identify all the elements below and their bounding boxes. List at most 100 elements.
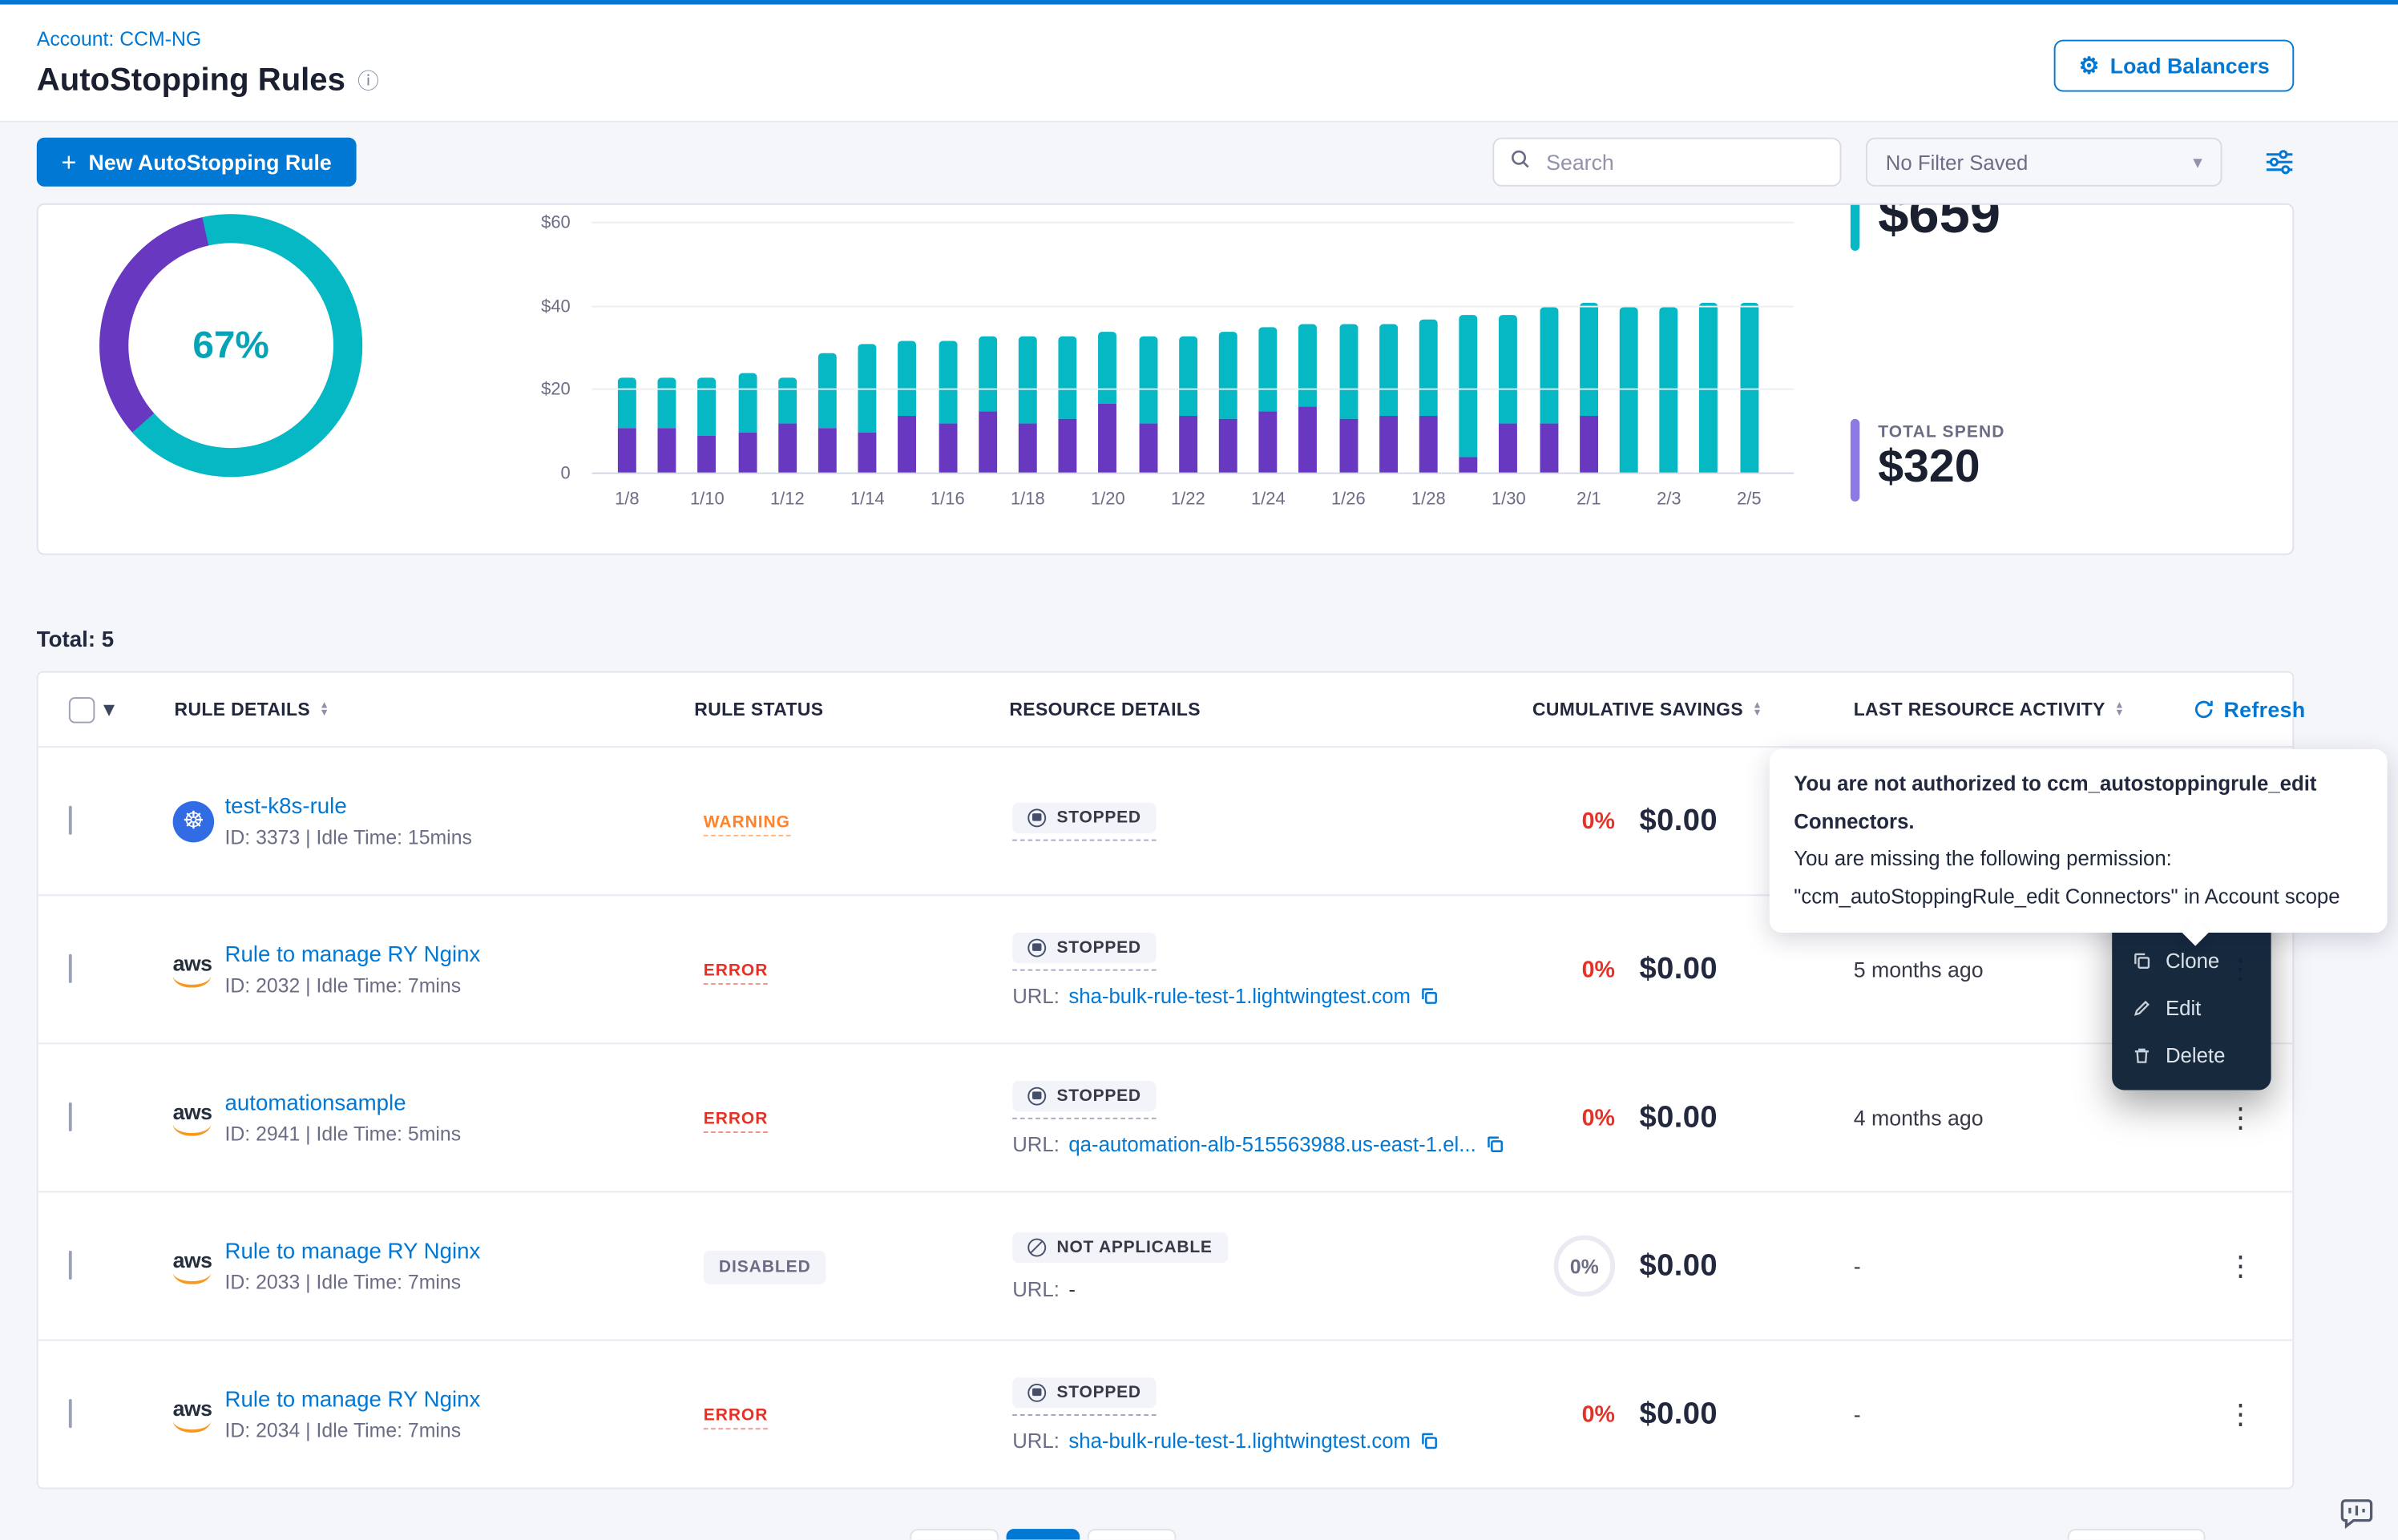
- bar: [968, 224, 1008, 474]
- kubernetes-icon: ☸: [173, 800, 215, 842]
- x-axis-tick: 1/20: [1091, 491, 1125, 510]
- load-balancers-button[interactable]: ⚙ Load Balancers: [2054, 40, 2294, 92]
- bar: [888, 224, 928, 474]
- row-menu-button[interactable]: ⋮: [2226, 1250, 2254, 1280]
- bar: 1/10: [688, 224, 728, 474]
- rule-meta: ID: 3373 | Idle Time: 15mins: [224, 824, 694, 848]
- bar: [728, 224, 768, 474]
- bar: 1/18: [1008, 224, 1048, 474]
- bar: [1128, 224, 1169, 474]
- bar: 1/12: [768, 224, 808, 474]
- page-size-select[interactable]: [2068, 1529, 2206, 1539]
- row-checkbox[interactable]: [69, 1399, 72, 1428]
- plus-icon: +: [61, 149, 76, 175]
- menu-item-edit[interactable]: Edit: [2112, 985, 2271, 1032]
- donut-chart: 67%: [99, 214, 362, 477]
- rule-name-link[interactable]: Rule to manage RY Nginx: [224, 1240, 694, 1264]
- select-menu-chevron-icon[interactable]: ▾: [104, 697, 115, 722]
- x-axis-tick: 1/8: [615, 491, 640, 510]
- status-badge: ERROR: [704, 961, 769, 985]
- savings-percent: 0%: [1582, 957, 1615, 982]
- copy-icon[interactable]: [1419, 986, 1439, 1006]
- row-checkbox[interactable]: [69, 954, 72, 983]
- bar: [1048, 224, 1088, 474]
- chevron-down-icon: ▾: [2193, 151, 2202, 173]
- menu-item-clone[interactable]: Clone: [2112, 937, 2271, 985]
- rule-name-link[interactable]: automationsample: [224, 1090, 694, 1115]
- filter-sliders-icon[interactable]: [2265, 148, 2294, 175]
- resource-url-link[interactable]: sha-bulk-rule-test-1.lightwingtest.com: [1068, 984, 1411, 1007]
- row-menu-button[interactable]: ⋮: [2226, 1102, 2254, 1132]
- rule-meta: ID: 2034 | Idle Time: 7mins: [224, 1418, 694, 1441]
- stopped-icon: [1027, 808, 1046, 826]
- status-badge: ERROR: [704, 1407, 769, 1430]
- bar: [1449, 224, 1489, 474]
- bar: [1369, 224, 1409, 474]
- bar: 1/30: [1489, 224, 1529, 474]
- stopped-icon: [1027, 938, 1046, 957]
- x-axis-tick: 1/26: [1331, 491, 1366, 510]
- saved-filter-dropdown[interactable]: No Filter Saved ▾: [1866, 138, 2222, 187]
- menu-item-delete[interactable]: Delete: [2112, 1032, 2271, 1079]
- x-axis-tick: 1/14: [850, 491, 885, 510]
- y-axis-tick: $60: [512, 214, 571, 232]
- account-breadcrumb[interactable]: Account: CCM-NG: [37, 27, 201, 50]
- pagination-button[interactable]: [910, 1529, 999, 1539]
- new-autostopping-rule-button[interactable]: + New AutoStopping Rule: [37, 138, 357, 187]
- page-title: AutoStopping Rules: [37, 62, 345, 99]
- pagination-button[interactable]: [1088, 1529, 1177, 1539]
- x-axis-tick: 1/16: [931, 491, 965, 510]
- resource-status-badge: STOPPED: [1012, 1080, 1157, 1111]
- search-input[interactable]: [1543, 148, 1824, 175]
- sort-icon[interactable]: ▲▼: [1752, 701, 1762, 718]
- table-row: aws Rule to manage RY Nginx ID: 2033 | I…: [38, 1192, 2293, 1340]
- savings-amount: $0.00: [1640, 1397, 1718, 1432]
- copy-icon[interactable]: [1485, 1134, 1505, 1154]
- bar: [1529, 224, 1569, 474]
- status-badge: ERROR: [704, 1110, 769, 1133]
- col-rule-details: RULE DETAILS: [175, 699, 311, 720]
- refresh-button[interactable]: Refresh: [2193, 697, 2305, 722]
- savings-accent-bar: [1851, 204, 1859, 251]
- resource-url-link[interactable]: qa-automation-alb-515563988.us-east-1.el…: [1068, 1132, 1476, 1155]
- col-last-resource-activity: LAST RESOURCE ACTIVITY: [1854, 699, 2105, 720]
- rule-name-link[interactable]: Rule to manage RY Nginx: [224, 1388, 694, 1413]
- pagination-current-page[interactable]: [1007, 1529, 1080, 1539]
- row-checkbox[interactable]: [69, 1251, 72, 1280]
- sort-icon[interactable]: ▲▼: [320, 701, 330, 718]
- aws-icon: aws: [173, 1103, 212, 1136]
- url-label: URL:: [1012, 1429, 1060, 1452]
- savings-percent: 0%: [1582, 1105, 1615, 1131]
- savings-stat: $659: [1851, 204, 2000, 251]
- x-axis-tick: 2/5: [1737, 491, 1762, 510]
- row-checkbox[interactable]: [69, 1103, 72, 1131]
- bar-chart-bars: 1/81/101/121/141/161/181/201/221/241/261…: [608, 224, 1770, 474]
- aws-icon: aws: [173, 1251, 212, 1284]
- donut-percentage: 67%: [99, 214, 362, 477]
- bar: [648, 224, 688, 474]
- x-axis-tick: 1/18: [1011, 491, 1045, 510]
- rule-name-link[interactable]: Rule to manage RY Nginx: [224, 942, 694, 967]
- stopped-icon: [1027, 1383, 1046, 1401]
- url-label: URL:: [1012, 984, 1060, 1007]
- last-activity: -: [1854, 1254, 2194, 1279]
- resource-status-badge: STOPPED: [1012, 932, 1157, 962]
- total-count: Total: 5: [37, 628, 2398, 653]
- rule-name-link[interactable]: test-k8s-rule: [224, 794, 694, 819]
- info-icon[interactable]: ⓘ: [357, 66, 379, 96]
- copy-icon[interactable]: [1419, 1430, 1439, 1450]
- savings-percent: 0%: [1582, 1401, 1615, 1427]
- url-label: URL:: [1012, 1132, 1060, 1155]
- select-all-checkbox[interactable]: [69, 696, 95, 722]
- search-box[interactable]: [1492, 138, 1841, 187]
- help-chat-icon[interactable]: [2337, 1495, 2377, 1539]
- col-resource-details: RESOURCE DETAILS: [1009, 699, 1201, 720]
- resource-url-link[interactable]: sha-bulk-rule-test-1.lightwingtest.com: [1068, 1429, 1411, 1452]
- row-menu-button[interactable]: ⋮: [2226, 1398, 2254, 1429]
- bar: [1609, 224, 1649, 474]
- clone-icon: [2132, 951, 2152, 971]
- row-checkbox[interactable]: [69, 806, 72, 835]
- bar: [808, 224, 848, 474]
- sort-icon[interactable]: ▲▼: [2114, 701, 2125, 718]
- delete-icon: [2132, 1046, 2152, 1066]
